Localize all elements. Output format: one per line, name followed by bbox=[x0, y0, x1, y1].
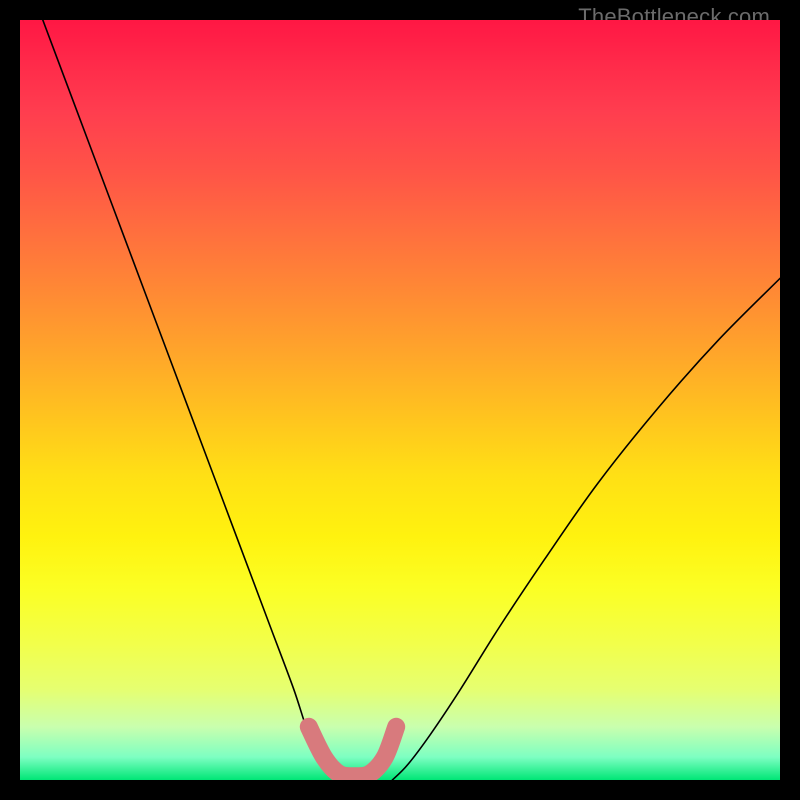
right-curve bbox=[392, 278, 780, 780]
curves-svg bbox=[20, 20, 780, 780]
plot-area bbox=[20, 20, 780, 780]
chart-frame: TheBottleneck.com bbox=[0, 0, 800, 800]
left-curve bbox=[43, 20, 336, 780]
optimal-band bbox=[309, 727, 396, 777]
